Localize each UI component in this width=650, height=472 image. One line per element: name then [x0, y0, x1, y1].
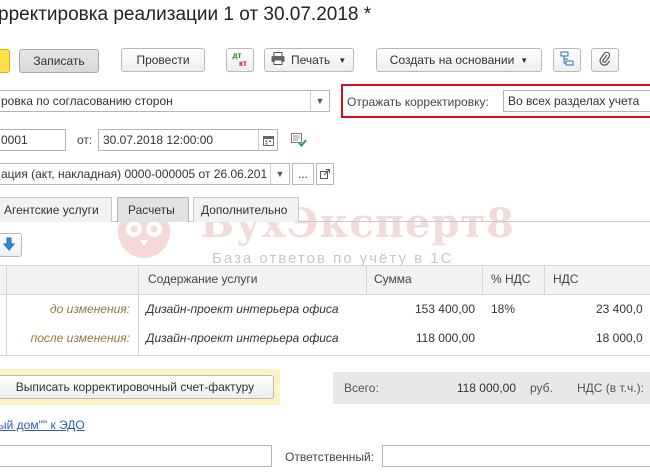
- edo-link[interactable]: ый дом"" к ЭДО: [0, 418, 85, 432]
- reason-select[interactable]: ровка по согласованию сторон ▼: [0, 90, 330, 112]
- date-label: от:: [77, 133, 93, 147]
- date-value: 30.07.2018 12:00:00: [103, 133, 214, 147]
- total-value: 118 000,00: [456, 381, 516, 395]
- total-label: Всего:: [344, 381, 379, 395]
- responsible-label: Ответственный:: [285, 450, 375, 464]
- arrow-down-icon: [2, 237, 16, 254]
- row-vat-rate: 18%: [491, 302, 516, 316]
- create-based-on-button[interactable]: Создать на основании ▼: [376, 48, 542, 72]
- column-header-sum[interactable]: Сумма: [374, 272, 412, 286]
- col-separator: [138, 265, 139, 355]
- reflect-correction-value: Во всех разделах учета: [508, 94, 640, 108]
- paperclip-icon: [599, 51, 611, 69]
- base-document-select[interactable]: ация (акт, накладная) 0000-000005 от 26.…: [0, 163, 290, 185]
- move-down-button[interactable]: [0, 233, 22, 257]
- chevron-down-icon[interactable]: ▼: [270, 164, 289, 184]
- chevron-down-icon[interactable]: ▼: [310, 91, 329, 111]
- row-content: Дизайн-проект интерьера офиса: [146, 302, 339, 316]
- reason-value: ровка по согласованию сторон: [1, 94, 173, 108]
- column-header-vat-rate[interactable]: % НДС: [491, 272, 530, 286]
- col-separator: [544, 265, 545, 294]
- row-content: Дизайн-проект интерьера офиса: [146, 331, 339, 345]
- structure-button[interactable]: [553, 48, 581, 72]
- comment-field[interactable]: [0, 445, 272, 467]
- base-document-value: ация (акт, накладная) 0000-000005 от 26.…: [1, 167, 268, 181]
- chevron-down-icon: ▼: [338, 55, 347, 65]
- print-button[interactable]: Печать ▼: [264, 48, 354, 72]
- chevron-down-icon: ▼: [520, 55, 529, 65]
- printer-icon: [271, 52, 285, 68]
- column-header-content[interactable]: Содержание услуги: [148, 272, 257, 286]
- post-button[interactable]: Провести: [121, 48, 205, 72]
- hierarchy-icon: [560, 51, 575, 69]
- calendar-icon[interactable]: [258, 130, 277, 150]
- reflect-correction-select[interactable]: Во всех разделах учета: [503, 90, 650, 112]
- number-field[interactable]: 0001: [0, 129, 66, 151]
- table-bottom-border: [0, 355, 650, 356]
- post-and-close-button[interactable]: [0, 49, 10, 73]
- col-separator: [482, 265, 483, 294]
- print-label: Печать: [291, 53, 331, 67]
- date-field[interactable]: 30.07.2018 12:00:00: [98, 129, 278, 151]
- tab-agent-services[interactable]: Агентские услуги: [0, 197, 112, 222]
- reflect-correction-label: Отражать корректировку:: [347, 95, 489, 109]
- col-separator: [366, 265, 367, 294]
- responsible-field[interactable]: [382, 445, 650, 467]
- document-history-icon[interactable]: [291, 133, 307, 150]
- currency-label: руб.: [530, 381, 553, 395]
- tab-settlements[interactable]: Расчеты: [117, 197, 189, 222]
- open-link-icon[interactable]: [316, 163, 334, 185]
- issue-correction-invoice-button[interactable]: Выписать корректировочный счет-фактуру: [0, 375, 274, 399]
- dt-kt-button[interactable]: дт кт: [226, 48, 254, 72]
- row-label: после изменения:: [30, 331, 130, 345]
- save-button[interactable]: Записать: [19, 49, 99, 73]
- row-sum: 153 400,00: [414, 302, 475, 316]
- attach-files-button[interactable]: [591, 48, 619, 72]
- row-label: до изменения:: [50, 302, 130, 316]
- kt-label: кт: [239, 59, 247, 68]
- number-value: 0001: [1, 133, 28, 147]
- document-title: рректировка реализации 1 от 30.07.2018 *: [0, 4, 372, 25]
- create-based-label: Создать на основании: [389, 53, 515, 67]
- base-document-choose-button[interactable]: ...: [292, 163, 314, 185]
- vat-total-label: НДС (в т.ч.):: [577, 381, 644, 395]
- row-vat: 23 400,0: [596, 302, 643, 316]
- row-sum: 118 000,00: [415, 331, 475, 345]
- row-vat: 18 000,0: [596, 331, 643, 345]
- tab-additional[interactable]: Дополнительно: [193, 197, 299, 222]
- column-header-vat[interactable]: НДС: [553, 272, 578, 286]
- col-separator: [6, 265, 7, 355]
